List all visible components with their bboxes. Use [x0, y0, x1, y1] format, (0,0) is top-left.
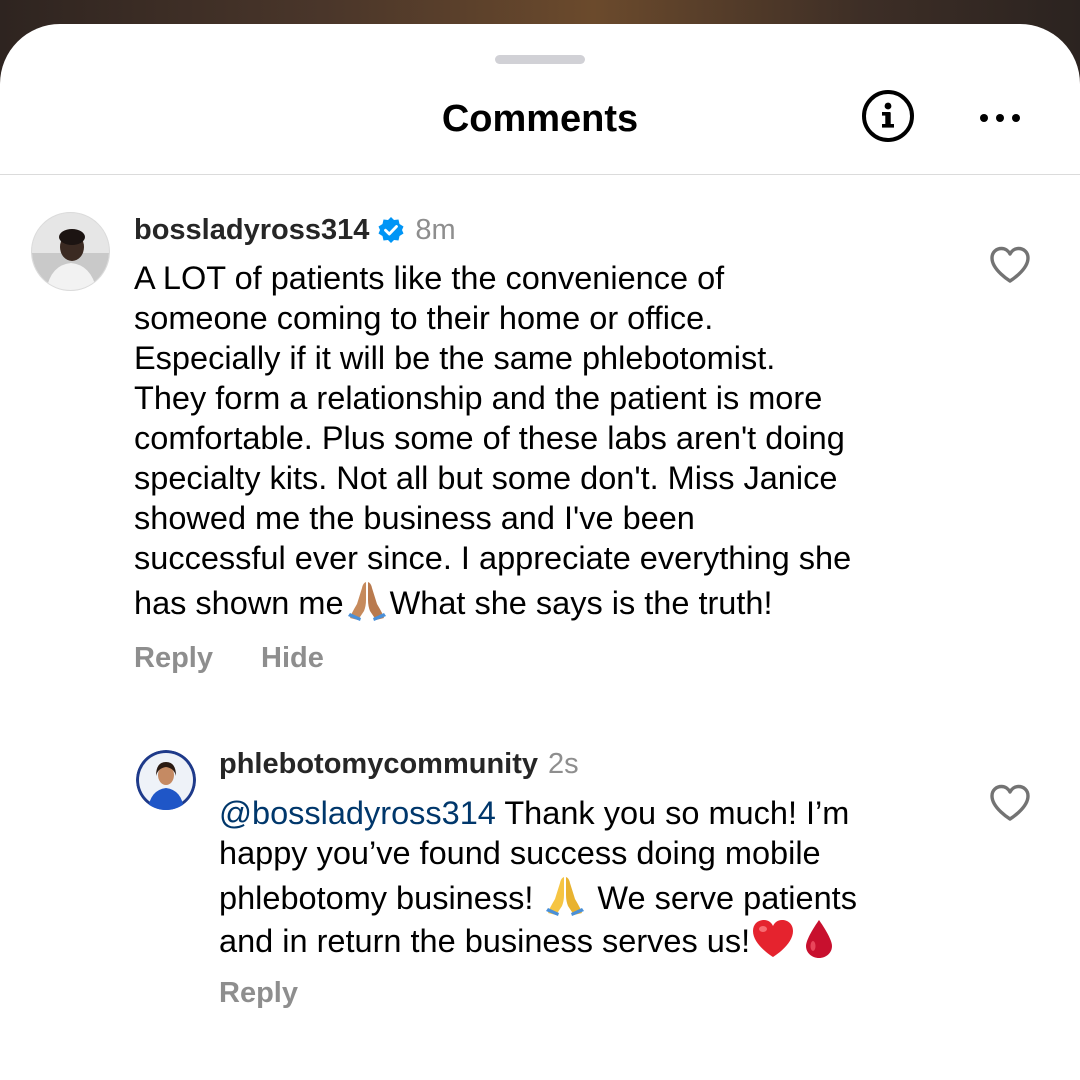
comment-line: successful ever since. I appreciate ever…	[134, 540, 852, 576]
comment-line: showed me the business and I've been	[134, 500, 695, 536]
comment-actions: Reply Hide	[134, 642, 324, 675]
comment-line: and in return the business serves us!	[219, 918, 857, 969]
username[interactable]: phlebotomycommunity	[219, 748, 538, 781]
hide-button[interactable]: Hide	[261, 642, 324, 674]
heart-icon[interactable]	[989, 246, 1031, 284]
comment-line: A LOT of patients like the convenience o…	[134, 260, 725, 296]
page-title: Comments	[441, 98, 639, 140]
comment-line: someone coming to their home or office.	[134, 300, 714, 336]
comment-text: @bossladyross314 Thank you so much! I’m …	[219, 793, 857, 969]
comment-text-fragment: What she says is the truth!	[389, 585, 773, 621]
more-horizontal-icon[interactable]	[976, 108, 1024, 128]
comments-header: Comments	[0, 74, 1080, 174]
heart-icon[interactable]	[989, 784, 1031, 822]
comment-timestamp: 2s	[548, 747, 579, 780]
comment-text-fragment: phlebotomy business!	[219, 880, 543, 916]
reply-button[interactable]: Reply	[219, 977, 298, 1009]
comment-text-fragment: We serve patients	[588, 880, 857, 916]
comment-line: @bossladyross314 Thank you so much! I’m	[219, 793, 857, 833]
comment-header: phlebotomycommunity 2s	[219, 746, 579, 782]
praying-hands-emoji	[542, 873, 588, 917]
header-divider	[0, 174, 1080, 175]
info-circle-icon[interactable]	[862, 90, 914, 142]
reply-button[interactable]: Reply	[134, 642, 213, 674]
comment-line: They form a relationship and the patient…	[134, 380, 823, 416]
mention-link[interactable]: @bossladyross314	[219, 795, 496, 831]
username[interactable]: bossladyross314	[134, 214, 369, 247]
red-heart-emoji	[750, 918, 796, 969]
comment-text-fragment: has shown me	[134, 585, 344, 621]
comment-line: specialty kits. Not all but some don't. …	[134, 460, 838, 496]
sheet-grabber-handle[interactable]	[495, 55, 585, 64]
comments-sheet: Comments bossladyross314 8m A LOT of pat…	[0, 24, 1080, 1080]
comment-header: bossladyross314 8m	[134, 212, 456, 248]
comment-line: phlebotomy business! We serve patients	[219, 873, 857, 918]
praying-hands-emoji	[344, 578, 390, 622]
comment-text-fragment: Thank you so much! I’m	[495, 795, 850, 831]
comment-line: comfortable. Plus some of these labs are…	[134, 420, 845, 456]
verified-badge-icon	[377, 216, 405, 244]
comment-line: Especially if it will be the same phlebo…	[134, 340, 776, 376]
comment-text-fragment: and in return the business serves us!	[219, 923, 751, 959]
comment-actions: Reply	[219, 977, 298, 1010]
comment-line: has shown me What she says is the truth!	[134, 578, 851, 623]
avatar[interactable]	[31, 212, 110, 291]
comment-timestamp: 8m	[415, 213, 456, 246]
comment-line: happy you’ve found success doing mobile	[219, 835, 821, 871]
comment-text: A LOT of patients like the convenience o…	[134, 258, 851, 623]
avatar[interactable]	[136, 750, 196, 810]
blood-drop-emoji	[802, 918, 836, 969]
